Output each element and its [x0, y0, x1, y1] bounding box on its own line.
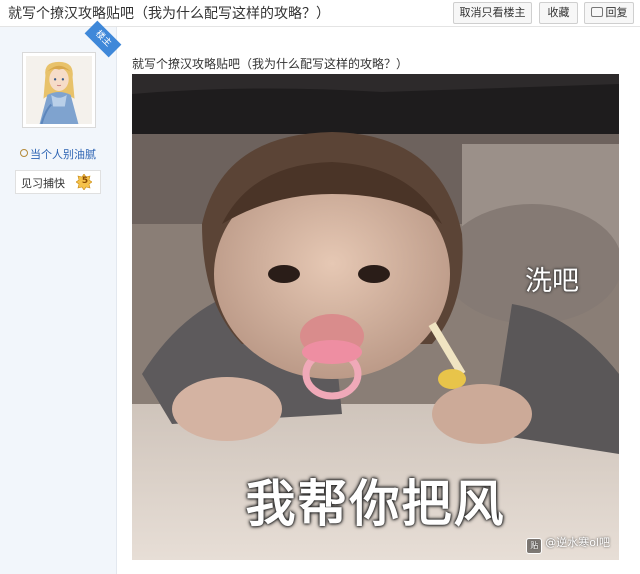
cancel-only-op-button[interactable]: 取消只看楼主 [453, 2, 532, 24]
level-box[interactable]: 见习捕快 5 [15, 170, 101, 194]
reply-icon [590, 7, 603, 17]
author-name: 当个人别油腻 [30, 148, 96, 161]
tieba-logo-icon: 贴 [526, 538, 543, 554]
level-number: 5 [81, 176, 89, 186]
avatar[interactable] [22, 52, 96, 128]
avatar-image [26, 56, 92, 124]
watermark-text: @逆水寒ol吧 [545, 536, 610, 549]
user-icon [20, 149, 28, 157]
author-name-link[interactable]: 当个人别油腻 [20, 146, 96, 162]
level-name: 见习捕快 [21, 177, 65, 190]
post-title: 就写个撩汉攻略贴吧（我为什么配写这样的攻略？） [132, 57, 409, 71]
image-watermark: 贴 @逆水寒ol吧 [526, 534, 610, 554]
reply-button[interactable]: 回复 [584, 2, 634, 24]
reply-label: 回复 [605, 6, 628, 19]
thread-title: 就写个撩汉攻略贴吧（我为什么配写这样的攻略？） [8, 6, 330, 22]
favorite-button[interactable]: 收藏 [539, 2, 578, 24]
meme-caption: 我帮你把风 [245, 475, 506, 533]
meme-side-text: 洗吧 [525, 266, 579, 297]
post-image[interactable]: 洗吧 我帮你把风 贴 @逆水寒ol吧 [132, 74, 619, 560]
